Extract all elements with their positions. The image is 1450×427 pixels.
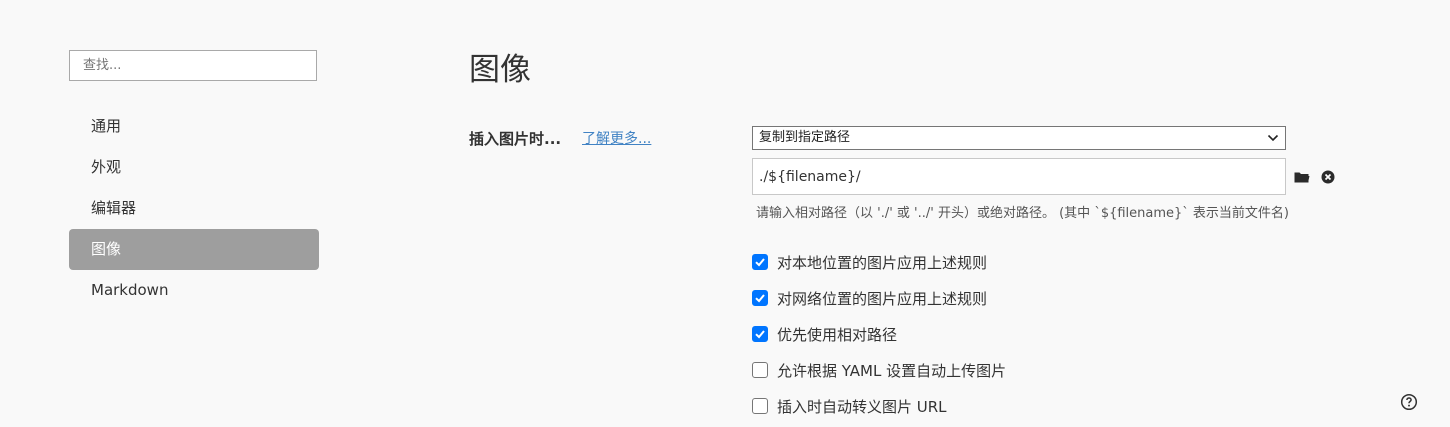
checkbox[interactable] bbox=[752, 398, 768, 414]
page-title: 图像 bbox=[469, 52, 531, 88]
sidebar-item-general[interactable]: 通用 bbox=[69, 106, 319, 147]
insert-image-label: 插入图片时... bbox=[469, 130, 562, 148]
sidebar-item-image[interactable]: 图像 bbox=[69, 229, 319, 270]
sidebar-item-appearance[interactable]: 外观 bbox=[69, 147, 319, 188]
checkbox[interactable] bbox=[752, 362, 768, 378]
checkbox[interactable] bbox=[752, 254, 768, 270]
option-label: 对本地位置的图片应用上述规则 bbox=[777, 253, 988, 272]
learn-more-link[interactable]: 了解更多... bbox=[582, 128, 651, 148]
option-yaml-upload[interactable]: 允许根据 YAML 设置自动上传图片 bbox=[752, 352, 1006, 388]
chevron-down-icon bbox=[1267, 134, 1279, 142]
image-path-input[interactable] bbox=[752, 158, 1286, 195]
checkbox[interactable] bbox=[752, 290, 768, 306]
option-apply-local[interactable]: 对本地位置的图片应用上述规则 bbox=[752, 244, 1006, 280]
checkbox[interactable] bbox=[752, 326, 768, 342]
option-label: 对网络位置的图片应用上述规则 bbox=[777, 289, 988, 308]
option-escape-url[interactable]: 插入时自动转义图片 URL bbox=[752, 388, 1006, 424]
preferences-page: 通用 外观 编辑器 图像 Markdown 图像 插入图片时... 了解更多..… bbox=[0, 0, 1450, 427]
option-label: 允许根据 YAML 设置自动上传图片 bbox=[777, 361, 1007, 380]
selected-option: 复制到指定路径 bbox=[759, 130, 851, 145]
sidebar-item-markdown[interactable]: Markdown bbox=[69, 270, 319, 311]
folder-icon[interactable] bbox=[1293, 168, 1311, 186]
checkmark-icon bbox=[755, 330, 765, 339]
path-hint: 请输入相对路径（以 './' 或 '../' 开头）或绝对路径。 (其中 `${… bbox=[756, 206, 1290, 221]
search-input[interactable] bbox=[69, 50, 317, 81]
option-label: 优先使用相对路径 bbox=[777, 325, 898, 344]
image-options-list: 对本地位置的图片应用上述规则 对网络位置的图片应用上述规则 优先使用相对路径 允… bbox=[752, 244, 1006, 424]
sidebar-nav: 通用 外观 编辑器 图像 Markdown bbox=[69, 106, 319, 311]
help-circle-icon[interactable] bbox=[1400, 393, 1418, 411]
insert-image-mode-select[interactable]: 复制到指定路径 bbox=[752, 126, 1286, 150]
checkmark-icon bbox=[755, 258, 765, 267]
option-label: 插入时自动转义图片 URL bbox=[777, 397, 947, 416]
option-prefer-relative[interactable]: 优先使用相对路径 bbox=[752, 316, 1006, 352]
checkmark-icon bbox=[755, 294, 765, 303]
close-circle-icon[interactable] bbox=[1319, 168, 1337, 186]
option-apply-network[interactable]: 对网络位置的图片应用上述规则 bbox=[752, 280, 1006, 316]
sidebar-item-editor[interactable]: 编辑器 bbox=[69, 188, 319, 229]
